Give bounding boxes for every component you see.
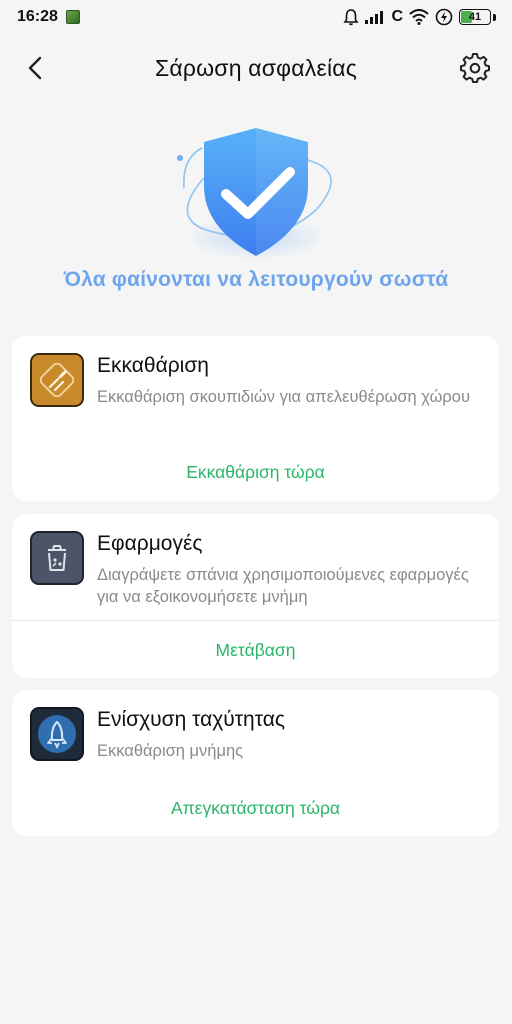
status-time: 16:28 xyxy=(17,8,58,25)
battery-tip xyxy=(493,13,496,21)
gear-icon[interactable] xyxy=(460,53,490,83)
card-title: Ενίσχυση ταχύτητας xyxy=(97,708,285,731)
signal-icon xyxy=(365,11,384,24)
card-title: Εκκαθάριση xyxy=(97,354,209,377)
uninstall-now-button[interactable]: Απεγκατάσταση τώρα xyxy=(12,798,499,819)
card-divider xyxy=(12,620,499,621)
clean-now-button[interactable]: Εκκαθάριση τώρα xyxy=(12,462,499,483)
page-title: Σάρωση ασφαλείας xyxy=(154,54,358,81)
carrier-label: C xyxy=(391,8,403,25)
header: Σάρωση ασφαλείας xyxy=(0,44,512,92)
card-description: Διαγράψετε σπάνια χρησιμοποιούμενες εφαρ… xyxy=(97,566,469,606)
back-button[interactable] xyxy=(22,54,50,82)
trash-bin-icon xyxy=(30,531,84,585)
shield-check-icon xyxy=(177,128,332,260)
card-title: Εφαρμογές xyxy=(97,532,203,555)
battery-indicator: 41 xyxy=(459,9,491,25)
gallery-notification-icon xyxy=(65,10,80,24)
hero xyxy=(0,118,512,268)
card-speed-boost: Ενίσχυση ταχύτητας Εκκαθάριση μνήμης Απε… xyxy=(12,690,499,836)
card-apps: Εφαρμογές Διαγράψετε σπάνια χρησιμοποιού… xyxy=(12,514,499,678)
broom-icon xyxy=(30,353,84,407)
status-right: C 41 xyxy=(343,8,496,26)
card-cleanup: Εκκαθάριση Εκκαθάριση σκουπιδιών για απε… xyxy=(12,336,499,501)
go-button[interactable]: Μετάβαση xyxy=(12,640,499,661)
alarm-bell-icon xyxy=(343,9,360,26)
status-bar: 16:28 C 41 xyxy=(0,0,512,34)
card-description: Εκκαθάριση σκουπιδιών για απελευθέρωση χ… xyxy=(97,388,470,406)
status-left: 16:28 xyxy=(17,8,80,26)
card-description: Εκκαθάριση μνήμης xyxy=(97,742,244,760)
wifi-icon xyxy=(409,9,429,25)
battery-saver-icon xyxy=(435,8,453,26)
battery-level: 41 xyxy=(468,11,482,23)
status-message: Όλα φαίνονται να λειτουργούν σωστά xyxy=(63,268,449,291)
rocket-icon xyxy=(30,707,84,761)
